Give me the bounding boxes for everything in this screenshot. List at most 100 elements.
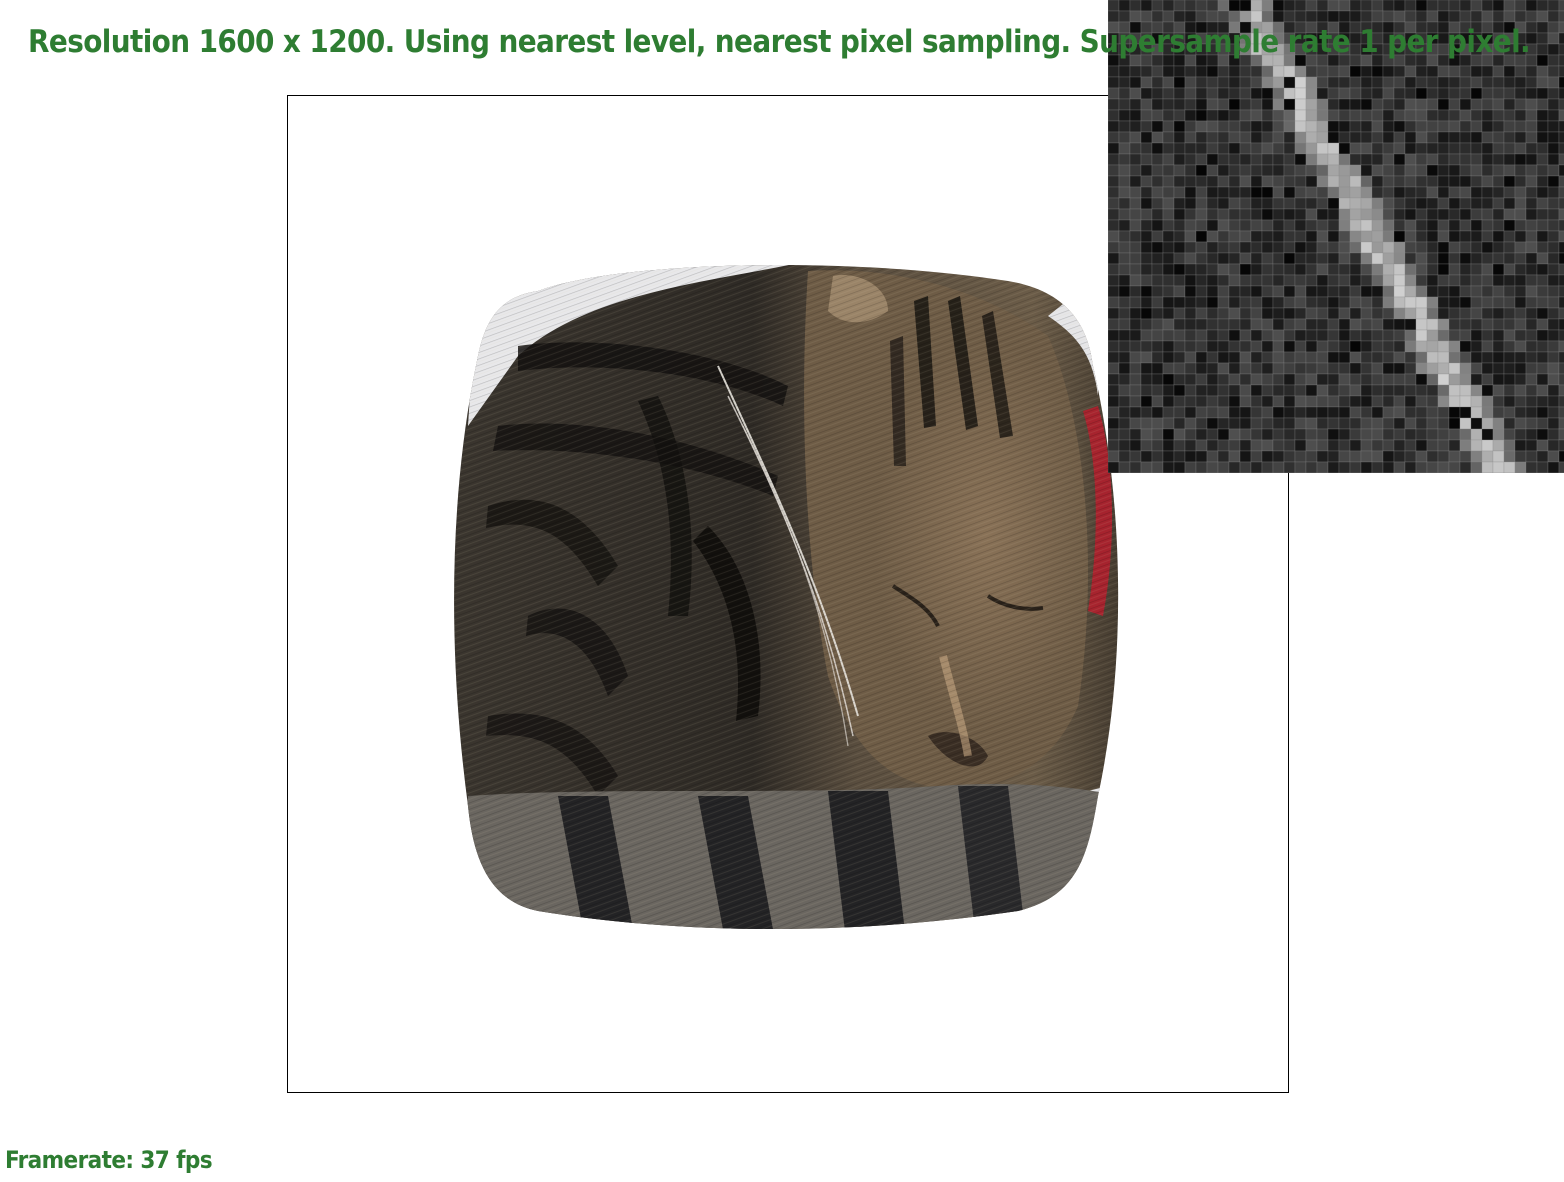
zoom-pixel-cell <box>1360 208 1373 221</box>
zoom-pixel-cell <box>1338 65 1351 78</box>
zoom-pixel-cell <box>1426 362 1439 375</box>
zoom-pixel-cell <box>1108 153 1120 166</box>
zoom-pixel-cell <box>1371 406 1384 419</box>
zoom-pixel-cell <box>1349 87 1362 100</box>
zoom-pixel-cell <box>1305 340 1318 353</box>
zoom-pixel-cell <box>1294 230 1307 243</box>
zoom-pixel-cell <box>1371 351 1384 364</box>
zoom-pixel-cell <box>1393 0 1406 12</box>
zoom-pixel-cell <box>1525 252 1538 265</box>
zoom-pixel-cell <box>1118 164 1131 177</box>
zoom-pixel-cell <box>1261 351 1274 364</box>
zoom-pixel-cell <box>1228 175 1241 188</box>
zoom-pixel-cell <box>1228 219 1241 232</box>
zoom-pixel-cell <box>1173 142 1186 155</box>
zoom-pixel-cell <box>1173 395 1186 408</box>
zoom-pixel-cell <box>1349 197 1362 210</box>
zoom-pixel-cell <box>1261 142 1274 155</box>
zoom-pixel-cell <box>1536 417 1549 430</box>
zoom-pixel-cell <box>1360 285 1373 298</box>
zoom-pixel-cell <box>1470 109 1483 122</box>
zoom-pixel-cell <box>1272 307 1285 320</box>
zoom-pixel-cell <box>1195 384 1208 397</box>
zoom-pixel-cell <box>1470 428 1483 441</box>
zoom-pixel-cell <box>1228 296 1241 309</box>
zoom-pixel-cell <box>1206 186 1219 199</box>
zoom-pixel-cell <box>1382 362 1395 375</box>
zoom-pixel-cell <box>1140 241 1153 254</box>
zoom-pixel-cell <box>1151 439 1164 452</box>
zoom-pixel-cell <box>1129 175 1142 188</box>
zoom-pixel-cell <box>1118 351 1131 364</box>
zoom-pixel-cell <box>1140 340 1153 353</box>
zoom-pixel-cell <box>1195 0 1208 12</box>
zoom-pixel-cell <box>1558 461 1564 473</box>
zoom-pixel-cell <box>1525 296 1538 309</box>
zoom-pixel-cell <box>1294 175 1307 188</box>
zoom-pixel-cell <box>1283 153 1296 166</box>
zoom-pixel-cell <box>1536 32 1549 45</box>
zoom-pixel-cell <box>1536 373 1549 386</box>
zoom-pixel-cell <box>1536 219 1549 232</box>
zoom-pixel-cell <box>1558 362 1564 375</box>
zoom-pixel-cell <box>1283 65 1296 78</box>
zoom-pixel-cell <box>1470 164 1483 177</box>
zoom-pixel-cell <box>1140 120 1153 133</box>
zoom-pixel-cell <box>1415 340 1428 353</box>
zoom-pixel-cell <box>1108 208 1120 221</box>
zoom-pixel-cell <box>1503 450 1516 463</box>
zoom-pixel-cell <box>1184 351 1197 364</box>
zoom-pixel-cell <box>1492 131 1505 144</box>
zoom-pixel-cell <box>1217 329 1230 342</box>
zoom-pixel-cell <box>1129 208 1142 221</box>
zoom-pixel-cell <box>1404 186 1417 199</box>
zoom-pixel-cell <box>1151 230 1164 243</box>
zoom-pixel-cell <box>1448 241 1461 254</box>
zoom-pixel-cell <box>1327 186 1340 199</box>
zoom-pixel-cell <box>1382 285 1395 298</box>
zoom-pixel-cell <box>1481 109 1494 122</box>
zoom-pixel-cell <box>1514 241 1527 254</box>
zoom-pixel-cell <box>1261 175 1274 188</box>
zoom-pixel-cell <box>1459 175 1472 188</box>
zoom-pixel-cell <box>1558 153 1564 166</box>
zoom-pixel-cell <box>1426 307 1439 320</box>
zoom-pixel-cell <box>1349 142 1362 155</box>
zoom-pixel-cell <box>1129 219 1142 232</box>
zoom-pixel-cell <box>1108 428 1120 441</box>
zoom-pixel-cell <box>1129 142 1142 155</box>
zoom-pixel-cell <box>1426 175 1439 188</box>
zoom-pixel-cell <box>1206 219 1219 232</box>
zoom-pixel-cell <box>1360 153 1373 166</box>
zoom-pixel-cell <box>1525 120 1538 133</box>
zoom-pixel-cell <box>1503 65 1516 78</box>
zoom-pixel-cell <box>1272 340 1285 353</box>
zoom-pixel-cell <box>1437 461 1450 473</box>
zoom-pixel-cell <box>1349 340 1362 353</box>
zoom-pixel-cell <box>1525 230 1538 243</box>
zoom-pixel-cell <box>1492 318 1505 331</box>
renderer-viewport[interactable]: Resolution 1600 x 1200. Using nearest le… <box>0 0 1564 1182</box>
zoom-pixel-cell <box>1184 120 1197 133</box>
zoom-pixel-cell <box>1338 197 1351 210</box>
zoom-pixel-cell <box>1217 263 1230 276</box>
zoom-pixel-cell <box>1481 65 1494 78</box>
zoom-pixel-cell <box>1327 395 1340 408</box>
zoom-pixel-cell <box>1459 384 1472 397</box>
zoom-pixel-cell <box>1217 373 1230 386</box>
zoom-pixel-cell <box>1558 142 1564 155</box>
zoom-pixel-cell <box>1415 362 1428 375</box>
zoom-pixel-cell <box>1481 230 1494 243</box>
zoom-pixel-cell <box>1426 274 1439 287</box>
zoom-pixel-cell <box>1558 274 1564 287</box>
zoom-pixel-cell <box>1547 43 1560 56</box>
zoom-pixel-cell <box>1481 164 1494 177</box>
zoom-pixel-cell <box>1437 362 1450 375</box>
zoom-pixel-cell <box>1261 76 1274 89</box>
zoom-pixel-cell <box>1108 241 1120 254</box>
zoom-pixel-cell <box>1162 109 1175 122</box>
zoom-pixel-cell <box>1118 186 1131 199</box>
zoom-pixel-cell <box>1195 109 1208 122</box>
zoom-pixel-cell <box>1206 439 1219 452</box>
zoom-pixel-cell <box>1129 395 1142 408</box>
